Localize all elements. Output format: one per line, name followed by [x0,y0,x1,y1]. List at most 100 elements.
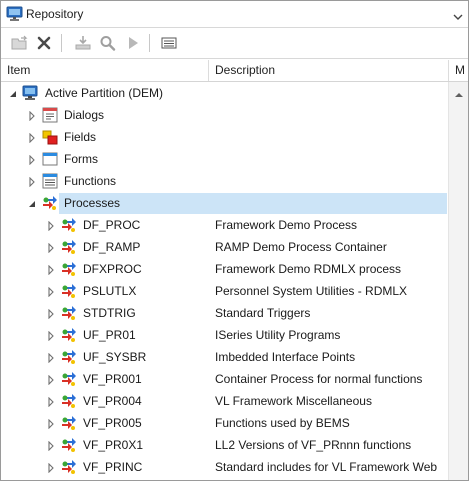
collapsed-arrow-icon[interactable] [27,154,37,166]
process-name: PSLUTLX [83,284,137,298]
process-icon [61,349,77,365]
process-row[interactable]: VF_PRINC Standard includes for VL Framew… [1,456,448,478]
process-icon [61,327,77,343]
process-description: Personnel System Utilities - RDMLX [215,284,408,298]
process-name: DF_RAMP [83,240,141,254]
process-description: Standard Triggers [215,306,311,320]
title-bar[interactable]: Repository [1,1,468,28]
process-description: ISeries Utility Programs [215,328,341,342]
process-row[interactable]: VF_PR001 Container Process for normal fu… [1,368,448,390]
collapsed-arrow-icon[interactable] [46,396,56,408]
process-description: LL2 Versions of VF_PRnnn functions [215,438,412,452]
process-name: VF_PR001 [83,372,142,386]
process-description: Functions used by BEMS [215,416,350,430]
process-name: VF_PR0X1 [83,438,144,452]
collapsed-arrow-icon[interactable] [46,220,56,232]
process-icon [61,437,77,453]
functions-icon [42,173,58,189]
collapsed-arrow-icon[interactable] [46,308,56,320]
toolbar-separator [61,34,62,52]
process-icon [61,305,77,321]
process-icon [61,239,77,255]
collapsed-arrow-icon[interactable] [46,352,56,364]
list-view-icon[interactable] [158,33,180,53]
process-description: Framework Demo RDMLX process [215,262,402,276]
scroll-up-icon[interactable] [454,88,464,97]
process-description: Standard includes for VL Framework Web [215,460,438,474]
process-icon [61,393,77,409]
process-row[interactable]: DFXPROC Framework Demo RDMLX process [1,258,448,280]
import-icon[interactable] [72,33,94,53]
process-row[interactable]: VF_PR005 Functions used by BEMS [1,412,448,434]
process-icon [61,371,77,387]
collapsed-arrow-icon[interactable] [46,374,56,386]
column-header-item[interactable]: Item [1,60,209,81]
process-name: UF_SYSBR [83,350,147,364]
process-name: VF_PR004 [83,394,142,408]
process-description: VL Framework Miscellaneous [215,394,372,408]
collapsed-arrow-icon[interactable] [46,418,56,430]
process-icon [61,415,77,431]
tree-item-functions[interactable]: Functions [1,170,448,192]
vertical-scrollbar[interactable] [448,82,468,480]
process-description: Container Process for normal functions [215,372,423,386]
tree-root-label: Active Partition (DEM) [45,86,164,100]
tree-item-label: Fields [64,130,97,144]
process-icon [61,261,77,277]
tree-item-label: Functions [64,174,117,188]
tree-item-processes[interactable]: Processes [1,192,448,214]
tree-item-dialogs[interactable]: Dialogs [1,104,448,126]
tree-item-label: Forms [64,152,98,166]
collapsed-arrow-icon[interactable] [27,132,37,144]
collapsed-arrow-icon[interactable] [46,242,56,254]
process-icon [61,283,77,299]
tree-root-row[interactable]: Active Partition (DEM) [1,82,448,104]
process-icon [61,217,77,233]
collapsed-arrow-icon[interactable] [27,176,37,188]
open-folder-icon[interactable] [9,33,31,53]
monitor-icon [22,85,38,101]
column-header-description[interactable]: Description [209,60,449,81]
process-row[interactable]: STDTRIG Standard Triggers [1,302,448,324]
tree-item-fields[interactable]: Fields [1,126,448,148]
repository-icon [6,6,24,22]
process-icon [42,195,58,211]
process-row[interactable]: DF_RAMP RAMP Demo Process Container [1,236,448,258]
column-header: Item Description M [1,60,468,82]
toolbar [1,28,468,59]
window-title: Repository [26,7,84,21]
process-description: Imbedded Interface Points [215,350,356,364]
toolbar-separator [149,34,150,52]
collapsed-arrow-icon[interactable] [46,264,56,276]
expanded-arrow-icon[interactable] [8,88,18,98]
chevron-down-icon[interactable] [453,10,463,20]
process-name: DFXPROC [83,262,142,276]
column-header-more[interactable]: M [449,60,468,81]
repository-tree: Active Partition (DEM) Dialogs Fields Fo… [1,82,448,480]
dialog-icon [42,107,58,123]
collapsed-arrow-icon[interactable] [46,286,56,298]
tree-item-forms[interactable]: Forms [1,148,448,170]
process-name: DF_PROC [83,218,141,232]
tree-item-label: Processes [64,196,121,210]
process-name: UF_PR01 [83,328,136,342]
collapsed-arrow-icon[interactable] [46,330,56,342]
process-row[interactable]: PSLUTLX Personnel System Utilities - RDM… [1,280,448,302]
find-icon[interactable] [97,33,119,53]
process-row[interactable]: UF_PR01 ISeries Utility Programs [1,324,448,346]
process-name: STDTRIG [83,306,136,320]
collapsed-arrow-icon[interactable] [27,110,37,122]
delete-icon[interactable] [33,33,55,53]
run-icon[interactable] [122,33,144,53]
process-name: VF_PRINC [83,460,143,474]
process-row[interactable]: DF_PROC Framework Demo Process [1,214,448,236]
expanded-arrow-icon[interactable] [27,198,37,208]
collapsed-arrow-icon[interactable] [46,462,56,474]
process-row[interactable]: VF_PR004 VL Framework Miscellaneous [1,390,448,412]
process-icon [61,459,77,475]
process-name: VF_PR005 [83,416,142,430]
process-row[interactable]: UF_SYSBR Imbedded Interface Points [1,346,448,368]
process-row[interactable]: VF_PR0X1 LL2 Versions of VF_PRnnn functi… [1,434,448,456]
repository-window: Repository Item Description M Active Par… [0,0,469,481]
collapsed-arrow-icon[interactable] [46,440,56,452]
